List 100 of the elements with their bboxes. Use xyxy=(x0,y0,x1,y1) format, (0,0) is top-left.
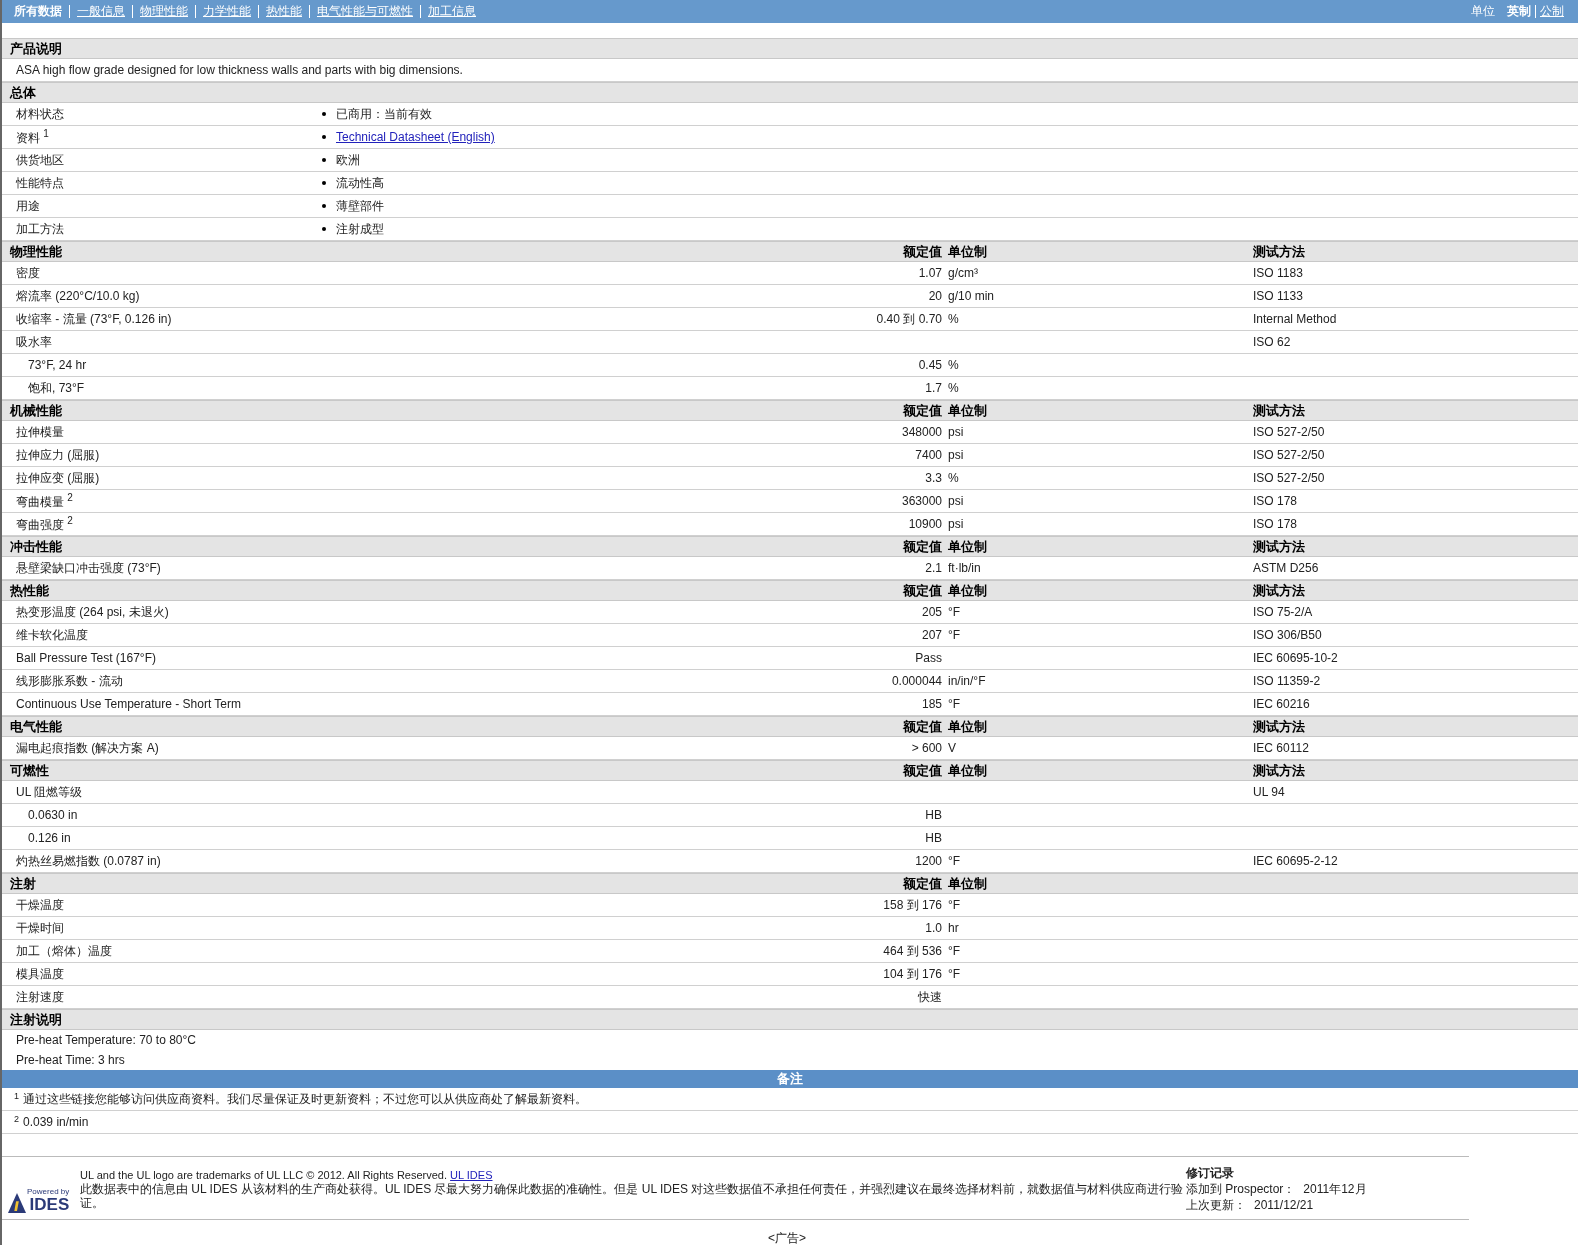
property-label: 维卡软化温度 xyxy=(16,627,88,642)
note-text: Pre-heat Temperature: 70 to 80°C xyxy=(15,1033,196,1047)
ides-logo-icon xyxy=(8,1193,26,1213)
property-unit: psi xyxy=(948,448,964,462)
column-header: 单位制 xyxy=(948,762,987,778)
property-label: 性能特点 xyxy=(15,174,65,192)
property-label: 资料 $^{1}$ xyxy=(15,127,50,147)
section-title: 物理性能 xyxy=(10,243,62,259)
test-method: ISO 1133 xyxy=(1253,289,1303,303)
property-label: 加工方法 xyxy=(15,220,65,238)
property-label: 线形膨胀系数 - 流动 xyxy=(16,673,123,688)
property-label: Ball Pressure Test (167°F) xyxy=(16,651,156,665)
property-value: HB xyxy=(925,808,942,822)
property-value: 10900 xyxy=(908,517,942,531)
nav-link[interactable]: 电气性能与可燃性 xyxy=(309,5,420,18)
bullet-icon xyxy=(322,181,326,185)
section-title: 热性能 xyxy=(10,582,49,598)
test-method: UL 94 xyxy=(1253,785,1285,799)
property-unit: °F xyxy=(948,628,961,642)
property-value: 0.000044 xyxy=(891,674,942,688)
column-header: 单位制 xyxy=(948,243,987,259)
description-text: ASA high flow grade designed for low thickness walls and parts with big dimensions. xyxy=(15,63,463,77)
test-method: ISO 527-2/50 xyxy=(1253,425,1325,439)
column-header: 额定值 xyxy=(903,243,942,259)
section-title: 总体 xyxy=(10,83,36,102)
nav-link[interactable]: 热性能 xyxy=(258,5,309,18)
revision-label: 添加到 Prospector： xyxy=(1186,1182,1296,1196)
property-label: 弯曲模量 $^{2}$ xyxy=(16,494,73,509)
column-header: 测试方法 xyxy=(1253,582,1305,598)
test-method: ISO 62 xyxy=(1253,335,1291,349)
property-label: 注射速度 xyxy=(16,989,64,1004)
nav-link[interactable]: 物理性能 xyxy=(132,5,195,18)
ul-ides-link[interactable]: UL IDES xyxy=(450,1169,493,1181)
test-method: ISO 306/B50 xyxy=(1253,628,1322,642)
property-unit: % xyxy=(948,358,959,372)
property-value: > 600 xyxy=(911,741,942,755)
nav-link[interactable]: 加工信息 xyxy=(420,5,483,18)
bullet-icon xyxy=(322,135,326,139)
logo-text: IDES xyxy=(29,1196,70,1213)
powered-by-text: Powered by xyxy=(27,1187,70,1196)
column-header: 测试方法 xyxy=(1253,762,1305,778)
column-header: 额定值 xyxy=(903,538,942,554)
column-header: 单位制 xyxy=(948,718,987,734)
column-header: 测试方法 xyxy=(1253,243,1305,259)
revision-value: 2011年12月 xyxy=(1303,1182,1367,1196)
column-header: 单位制 xyxy=(948,582,987,598)
property-value: 1.07 xyxy=(918,266,942,280)
property-unit: °F xyxy=(948,605,961,619)
property-label: 灼热丝易燃指数 (0.0787 in) xyxy=(16,853,161,868)
section-title: 产品说明 xyxy=(10,39,62,58)
property-value: 快速 xyxy=(918,989,942,1004)
column-header: 额定值 xyxy=(903,718,942,734)
test-method: IEC 60695-10-2 xyxy=(1253,651,1338,665)
bullet-icon xyxy=(322,112,326,116)
test-method: IEC 60216 xyxy=(1253,697,1310,711)
property-unit: °F xyxy=(948,697,961,711)
notes-title: 备注 xyxy=(777,1070,803,1088)
section-title: 注射说明 xyxy=(10,1010,62,1029)
property-label: 模具温度 xyxy=(16,966,64,981)
bullet-icon xyxy=(322,158,326,162)
test-method: ISO 11359-2 xyxy=(1253,674,1321,688)
column-header: 单位制 xyxy=(948,538,987,554)
property-unit: g/10 min xyxy=(948,289,995,303)
property-unit: hr xyxy=(948,921,959,935)
footnote-text: 0.039 in/min xyxy=(23,1115,89,1129)
test-method: ASTM D256 xyxy=(1253,561,1319,575)
property-value: 20 xyxy=(928,289,942,303)
property-value: 205 xyxy=(921,605,942,619)
units-label: 单位 xyxy=(1471,3,1495,20)
property-unit: % xyxy=(948,312,959,326)
property-value: 已商用：当前有效 xyxy=(336,105,432,123)
property-label: 饱和, 73°F xyxy=(28,380,85,395)
property-unit: in/in/°F xyxy=(948,674,986,688)
property-unit: g/cm³ xyxy=(948,266,978,280)
unit-option[interactable]: 英制 xyxy=(1503,5,1535,18)
datasheet-link[interactable]: Technical Datasheet (English) xyxy=(336,130,495,144)
property-label: 拉伸应变 (屈服) xyxy=(16,470,100,485)
revision-label: 上次更新： xyxy=(1186,1198,1246,1212)
nav-link[interactable]: 一般信息 xyxy=(69,5,132,18)
property-value: 0.40 到 0.70 xyxy=(876,311,942,326)
property-unit: °F xyxy=(948,854,961,868)
property-unit: psi xyxy=(948,494,964,508)
property-label: 吸水率 xyxy=(16,334,52,349)
unit-option[interactable]: 公制 xyxy=(1535,5,1568,18)
section-title: 注射 xyxy=(10,875,36,891)
property-value: 185 xyxy=(921,697,942,711)
section-title: 机械性能 xyxy=(10,402,62,418)
footnote-text: 通过这些链接您能够访问供应商资料。我们尽量保证及时更新资料；不过您可以从供应商处了解最新资料。 xyxy=(23,1090,587,1108)
property-unit: % xyxy=(948,381,959,395)
property-unit: °F xyxy=(948,967,961,981)
test-method: ISO 527-2/50 xyxy=(1253,448,1325,462)
property-value: 0.45 xyxy=(918,358,942,372)
column-header: 额定值 xyxy=(903,582,942,598)
test-method: ISO 75-2/A xyxy=(1253,605,1313,619)
property-label: 漏电起痕指数 (解决方案 A) xyxy=(16,740,159,755)
test-method: ISO 178 xyxy=(1253,517,1298,531)
property-value: 2.1 xyxy=(925,561,942,575)
nav-link[interactable]: 所有数据 xyxy=(14,5,69,18)
nav-link[interactable]: 力学性能 xyxy=(195,5,258,18)
test-method: ISO 527-2/50 xyxy=(1253,471,1325,485)
